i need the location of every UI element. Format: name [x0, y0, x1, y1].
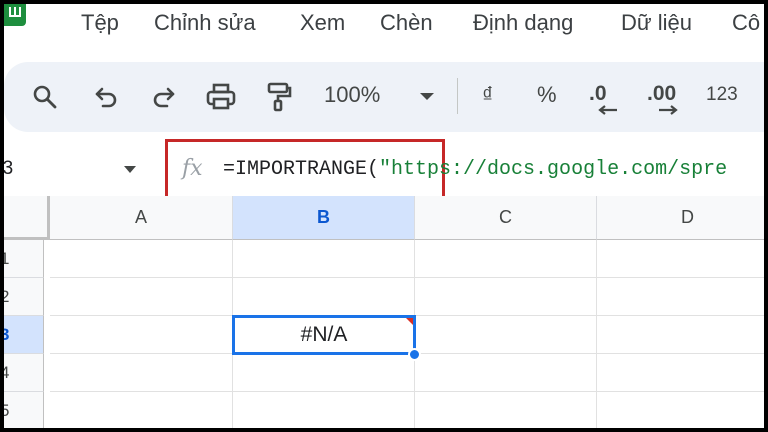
arrow-right-icon: [659, 105, 678, 115]
column-header-a[interactable]: A: [50, 196, 233, 240]
cell-a3[interactable]: [50, 316, 233, 354]
cell-b5[interactable]: [233, 392, 415, 428]
fill-handle[interactable]: [408, 348, 421, 361]
cell-c1[interactable]: [415, 240, 597, 278]
chevron-down-icon[interactable]: [410, 80, 444, 114]
select-all-corner[interactable]: [4, 196, 50, 240]
menu-view[interactable]: Xem: [300, 10, 345, 36]
cell-a2[interactable]: [50, 278, 233, 316]
percent-format-button[interactable]: %: [537, 82, 557, 108]
paint-format-icon[interactable]: [262, 80, 296, 114]
cell-c5[interactable]: [415, 392, 597, 428]
sheets-logo-icon[interactable]: [4, 4, 26, 26]
increase-decimal-button[interactable]: .00: [647, 76, 687, 120]
row-header-4[interactable]: 4: [4, 354, 44, 392]
decrease-decimal-button[interactable]: .0: [589, 76, 625, 120]
fx-icon: fx: [182, 156, 203, 181]
redo-icon[interactable]: [146, 80, 180, 114]
menu-format[interactable]: Định dạng: [473, 10, 573, 36]
spreadsheet-grid: A B C D 1 2 3 4 5 #N/A: [4, 196, 764, 428]
cell-b2[interactable]: [233, 278, 415, 316]
formula-bar: B3 fx =IMPORTRANGE("https://docs.google.…: [4, 139, 764, 201]
zoom-select[interactable]: 100%: [324, 82, 380, 108]
row-header-5[interactable]: 5: [4, 392, 44, 428]
menu-bar: Tệp Chỉnh sửa Xem Chèn Định dạng Dữ liệu…: [4, 4, 764, 50]
cell-c2[interactable]: [415, 278, 597, 316]
formula-function: =IMPORTRANGE(: [223, 158, 380, 181]
formula-string-arg: "https://docs.google.com/spre: [379, 158, 728, 181]
cell-d2[interactable]: [597, 278, 764, 316]
name-box[interactable]: B3: [4, 158, 13, 180]
cell-b4[interactable]: [233, 354, 415, 392]
menu-insert[interactable]: Chèn: [380, 10, 433, 36]
cell-c4[interactable]: [415, 354, 597, 392]
cell-b1[interactable]: [233, 240, 415, 278]
menu-file[interactable]: Tệp: [81, 10, 119, 36]
menu-edit[interactable]: Chỉnh sửa: [154, 10, 256, 36]
undo-icon[interactable]: [90, 80, 124, 114]
number-format-button[interactable]: 123: [706, 84, 738, 106]
toolbar-divider: [457, 78, 458, 114]
cell-a4[interactable]: [50, 354, 233, 392]
search-icon[interactable]: [28, 80, 62, 114]
decrease-decimal-label: .0: [589, 82, 607, 105]
menu-tools[interactable]: Cô: [732, 10, 760, 36]
column-header-c[interactable]: C: [415, 196, 597, 240]
increase-decimal-label: .00: [647, 82, 677, 105]
column-header-d[interactable]: D: [597, 196, 764, 240]
cell-a5[interactable]: [50, 392, 233, 428]
currency-format-button[interactable]: ₫: [482, 82, 493, 108]
cell-a1[interactable]: [50, 240, 233, 278]
row-header-3[interactable]: 3: [4, 316, 44, 354]
cell-d1[interactable]: [597, 240, 764, 278]
cell-b3-active[interactable]: #N/A: [232, 315, 416, 355]
spreadsheet-window: Tệp Chỉnh sửa Xem Chèn Định dạng Dữ liệu…: [4, 4, 764, 428]
formula-input[interactable]: =IMPORTRANGE("https://docs.google.com/sp…: [223, 158, 727, 181]
print-icon[interactable]: [204, 80, 238, 114]
cell-d4[interactable]: [597, 354, 764, 392]
row-header-1[interactable]: 1: [4, 240, 44, 278]
cell-d5[interactable]: [597, 392, 764, 428]
cell-d3[interactable]: [597, 316, 764, 354]
toolbar: 100% ₫ % .0 .00 123: [4, 62, 764, 132]
arrow-left-icon: [598, 105, 617, 115]
column-header-b[interactable]: B: [233, 196, 415, 240]
name-box-dropdown-icon[interactable]: [124, 166, 136, 173]
row-header-2[interactable]: 2: [4, 278, 44, 316]
cell-c3[interactable]: [415, 316, 597, 354]
menu-data[interactable]: Dữ liệu: [621, 10, 692, 36]
